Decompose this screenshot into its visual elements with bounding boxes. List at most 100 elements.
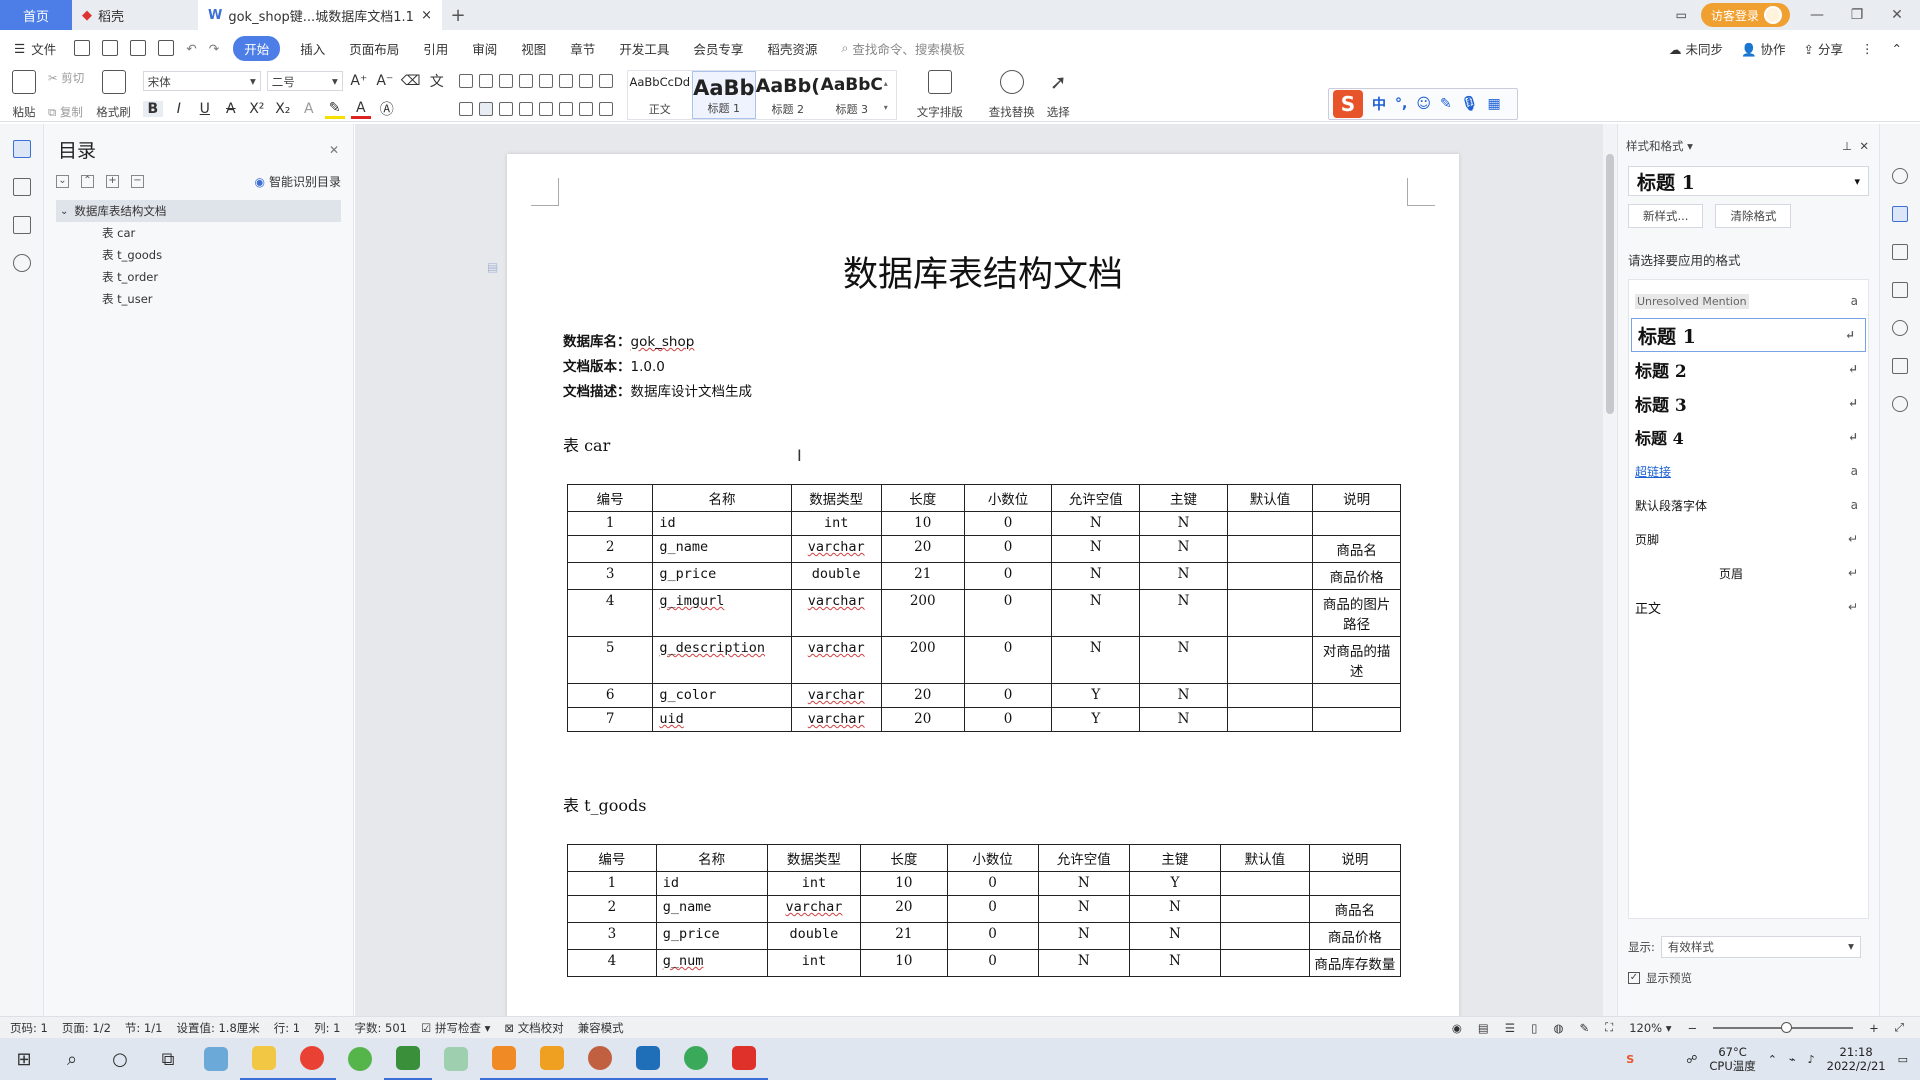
table-cell[interactable]: 21 [860, 922, 948, 950]
table-cell[interactable]: varchar [766, 895, 862, 923]
clear-format-button[interactable]: 清除格式 [1715, 204, 1792, 228]
search-icon[interactable] [12, 254, 31, 272]
justify-icon[interactable] [518, 102, 533, 116]
table-cell[interactable]: 商品名 [1308, 895, 1402, 923]
help-icon[interactable] [1892, 320, 1908, 336]
strikethrough-icon[interactable]: A [221, 101, 241, 117]
style-heading-2[interactable]: AaBb(标题 2 [756, 71, 820, 119]
print-preview-icon[interactable] [158, 40, 175, 56]
menu-section[interactable]: 章节 [558, 39, 607, 58]
table-cell[interactable] [1226, 562, 1314, 590]
collapse-all-icon[interactable]: ⌄ [56, 175, 69, 188]
table-cell[interactable]: N [1037, 949, 1130, 977]
highlight-icon[interactable]: ✎ [324, 100, 345, 119]
remove-heading-icon[interactable]: − [131, 175, 144, 188]
table-cell[interactable]: uid [652, 707, 792, 732]
taskbar-app-8[interactable] [528, 1038, 576, 1080]
table-cell[interactable]: 20 [860, 895, 948, 923]
superscript-icon[interactable]: X² [247, 101, 267, 117]
table-cell[interactable]: Y [1128, 871, 1222, 896]
table-cell[interactable]: 对商品的描述 [1312, 636, 1401, 684]
text-layout-button[interactable]: 文字排版 [911, 70, 969, 120]
taskbar-app-5[interactable] [384, 1038, 432, 1080]
table-cell[interactable]: id [652, 511, 792, 536]
table-cell[interactable] [1312, 683, 1401, 708]
table-cell[interactable] [1220, 922, 1310, 950]
zoom-out-icon[interactable]: − [1688, 1021, 1698, 1035]
close-icon[interactable]: ✕ [1859, 139, 1869, 153]
align-center-icon[interactable] [478, 102, 493, 116]
table-cell[interactable]: 0 [963, 562, 1053, 590]
menu-view[interactable]: 视图 [509, 39, 558, 58]
table-cell[interactable]: g_description [652, 636, 792, 684]
table-cell[interactable]: 0 [946, 922, 1039, 950]
table-cell[interactable]: double [790, 562, 882, 590]
table-cell[interactable]: g_name [655, 895, 768, 923]
skin-icon[interactable]: ✎ [1440, 96, 1452, 112]
table-cell[interactable]: 2 [567, 895, 657, 923]
table-cell[interactable]: 商品名 [1312, 535, 1401, 563]
increase-indent-icon[interactable] [518, 74, 533, 88]
taskbar-app-6[interactable] [432, 1038, 480, 1080]
paste-button[interactable]: 粘贴 [0, 70, 42, 120]
microphone-icon[interactable]: 🎙 [1461, 96, 1479, 112]
table-cell[interactable]: 4 [566, 589, 654, 637]
menu-layout[interactable]: 页面布局 [337, 39, 411, 58]
table-cell[interactable]: N [1139, 589, 1228, 637]
outline-view-icon[interactable]: ☰ [1505, 1021, 1515, 1035]
notifications-icon[interactable]: ▭ [1898, 1053, 1908, 1066]
align-left-icon[interactable] [458, 102, 473, 116]
menu-home[interactable]: 开始 [233, 35, 281, 61]
clock[interactable]: 21:18 2022/2/21 [1827, 1045, 1886, 1073]
table-cell[interactable]: N [1139, 636, 1228, 684]
table-cell[interactable]: 商品价格 [1312, 562, 1401, 590]
style-item-heading-1[interactable]: 标题 1 ↵ [1631, 318, 1866, 352]
style-pen-icon[interactable] [1892, 206, 1908, 222]
table-cell[interactable]: 20 [880, 683, 965, 708]
table-cell[interactable] [1220, 895, 1310, 923]
taskbar-app-4[interactable] [336, 1038, 384, 1080]
table-cell[interactable]: varchar [790, 636, 882, 684]
close-window-icon[interactable]: ✕ [1884, 7, 1910, 23]
emoji-icon[interactable]: ☺ [1416, 96, 1431, 112]
table-cell[interactable]: 6 [566, 683, 654, 708]
table-cell[interactable]: varchar [790, 535, 882, 563]
tray-expand-icon[interactable]: ⌃ [1768, 1053, 1777, 1066]
web-view-icon[interactable]: ◍ [1553, 1021, 1563, 1035]
show-marks-icon[interactable] [578, 74, 593, 88]
rocket-icon[interactable] [1892, 168, 1908, 184]
table-cell[interactable]: 200 [880, 589, 965, 637]
table-cell[interactable]: N [1139, 562, 1228, 590]
outline-node-t-goods[interactable]: 表 t_goods [56, 244, 341, 266]
start-button[interactable]: ⊞ [0, 1038, 48, 1080]
table-cell[interactable] [1226, 589, 1314, 637]
text-effect-icon[interactable]: A [299, 101, 319, 117]
shading-icon[interactable] [578, 102, 593, 116]
page-view-icon[interactable]: ▤ [1478, 1021, 1489, 1035]
table-cell[interactable]: 0 [963, 707, 1053, 732]
guest-login-button[interactable]: 访客登录 [1700, 3, 1790, 27]
style-item-normal[interactable]: 正文 ↵ [1629, 590, 1868, 624]
table-cell[interactable] [1220, 949, 1310, 977]
menu-member[interactable]: 会员专享 [681, 39, 755, 58]
table-cell[interactable]: N [1037, 871, 1130, 896]
style-item-heading-3[interactable]: 标题 3 ↵ [1629, 386, 1868, 420]
menu-review[interactable]: 审阅 [460, 39, 509, 58]
table-cell[interactable] [1312, 511, 1401, 536]
subscript-icon[interactable]: X₂ [273, 101, 293, 117]
find-replace-button[interactable]: 查找替换 [983, 70, 1041, 120]
table-cell[interactable]: 2 [566, 535, 654, 563]
zoom-in-icon[interactable]: + [1869, 1021, 1879, 1035]
table-cell[interactable]: N [1051, 562, 1141, 590]
chinese-layout-icon[interactable] [538, 74, 553, 88]
shrink-font-icon[interactable]: A⁻ [375, 73, 395, 89]
table-cell[interactable]: N [1051, 636, 1141, 684]
punctuation-icon[interactable]: °, [1395, 96, 1407, 112]
table-cell[interactable]: N [1037, 895, 1130, 923]
layout-icon[interactable]: ▭ [1676, 8, 1687, 22]
table-cell[interactable] [1226, 511, 1314, 536]
hamburger-icon[interactable]: ☰ [14, 41, 25, 56]
table-cell[interactable]: 200 [880, 636, 965, 684]
format-painter-button[interactable]: 格式刷 [90, 70, 137, 120]
style-item-heading-2[interactable]: 标题 2 ↵ [1629, 352, 1868, 386]
